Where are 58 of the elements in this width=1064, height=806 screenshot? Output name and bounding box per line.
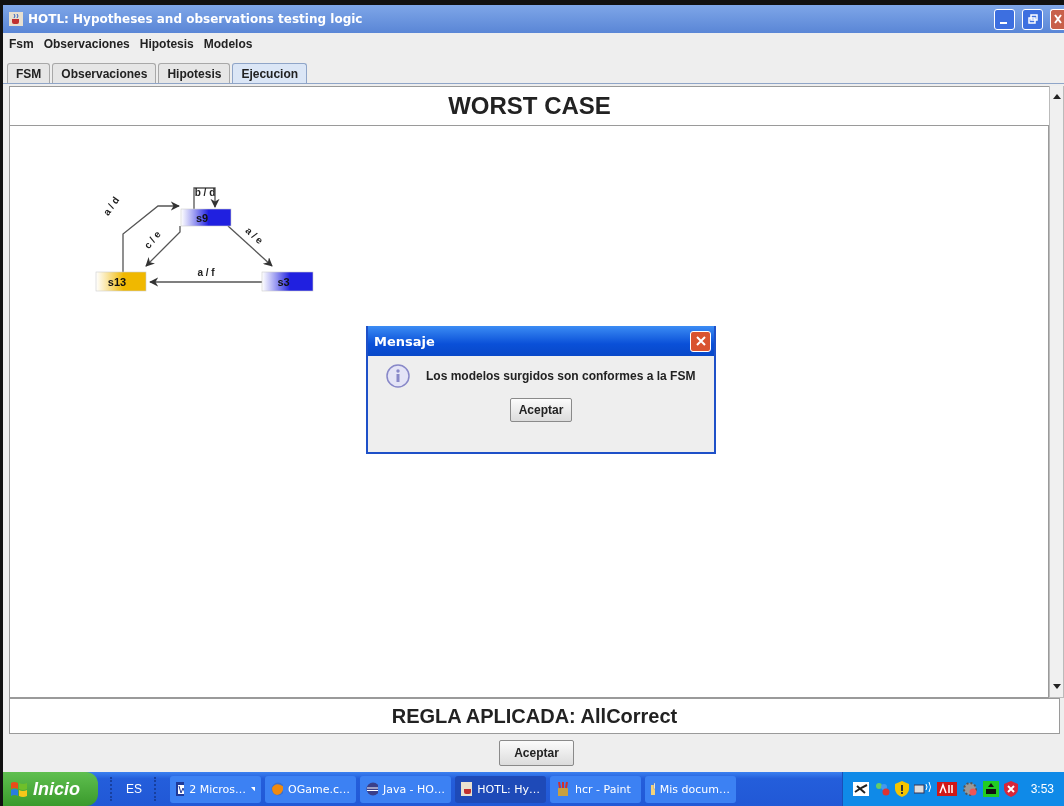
globe-icon: [271, 782, 284, 796]
restore-icon: [1027, 14, 1038, 24]
taskbar-button[interactable]: HOTL: Hy…: [455, 775, 547, 803]
accept-button[interactable]: Aceptar: [509, 398, 573, 422]
paint-brushes-icon: [556, 782, 571, 796]
accept-button[interactable]: Aceptar: [499, 740, 574, 766]
transition-label: c / e: [141, 228, 163, 251]
document-icon: [176, 782, 185, 796]
folder-icon: [651, 782, 655, 796]
transition-label: b / d: [194, 187, 216, 198]
coffee-cup-icon: [461, 782, 473, 796]
transition-label: a / d: [100, 194, 122, 218]
scroll-up-icon[interactable]: [1051, 92, 1062, 100]
menu-item[interactable]: Modelos: [203, 37, 253, 51]
taskbar-button[interactable]: Java - HO…: [360, 775, 452, 803]
wireless-computer-icon[interactable]: [913, 782, 932, 796]
rule-text: REGLA APLICADA: AllCorrect: [391, 704, 678, 728]
state-node: s9: [180, 208, 232, 227]
transition-label: a / e: [243, 224, 266, 246]
close-button[interactable]: [1050, 8, 1064, 30]
window-title: HOTL: Hypotheses and observations testing logic: [28, 12, 363, 26]
taskbar-button[interactable]: Mis docum…: [645, 775, 737, 803]
shield-icon[interactable]: [894, 781, 909, 797]
scrollbar[interactable]: [1049, 86, 1064, 698]
coffee-cup-icon: [9, 12, 23, 26]
windows-flag-icon: [10, 781, 28, 797]
minimize-button[interactable]: [994, 8, 1015, 30]
transition-arrow: [193, 187, 220, 210]
minimize-icon: [999, 22, 1007, 24]
tab[interactable]: Hipotesis: [158, 63, 231, 83]
close-icon: [695, 336, 706, 346]
tab[interactable]: Ejecucion: [232, 63, 308, 83]
state-node: s13: [95, 271, 147, 292]
close-icon: [1053, 14, 1062, 24]
taskbar-button[interactable]: 2 Micros…: [170, 775, 262, 803]
language-indicator[interactable]: ES: [126, 782, 143, 796]
clock: 3:53: [1030, 782, 1054, 796]
graphics-driver-icon[interactable]: [936, 782, 957, 796]
state-node: s3: [261, 271, 314, 292]
transition-arrow: [227, 225, 273, 267]
menu-item[interactable]: Observaciones: [43, 37, 130, 51]
menu-item[interactable]: Fsm: [9, 37, 34, 51]
monitor-icon[interactable]: [982, 781, 999, 797]
menu-item[interactable]: Hipotesis: [139, 37, 194, 51]
taskbar-button[interactable]: hcr - Paint: [550, 775, 642, 803]
header-title: WORST CASE: [448, 92, 611, 120]
scroll-down-icon[interactable]: [1051, 683, 1062, 691]
dialog-message: Los modelos surgidos son conformes a la FSM: [426, 369, 696, 383]
transition-label: a / f: [197, 267, 215, 278]
taskbar-button[interactable]: OGame.c…: [265, 775, 357, 803]
tab[interactable]: FSM: [7, 63, 51, 83]
close-button[interactable]: [690, 330, 711, 352]
network-icon[interactable]: [852, 782, 869, 796]
dialog-title: Mensaje: [374, 333, 435, 349]
info-icon: [386, 364, 410, 388]
shield-icon[interactable]: [1003, 781, 1018, 797]
restore-button[interactable]: [1022, 8, 1043, 30]
tab[interactable]: Observaciones: [52, 63, 157, 83]
